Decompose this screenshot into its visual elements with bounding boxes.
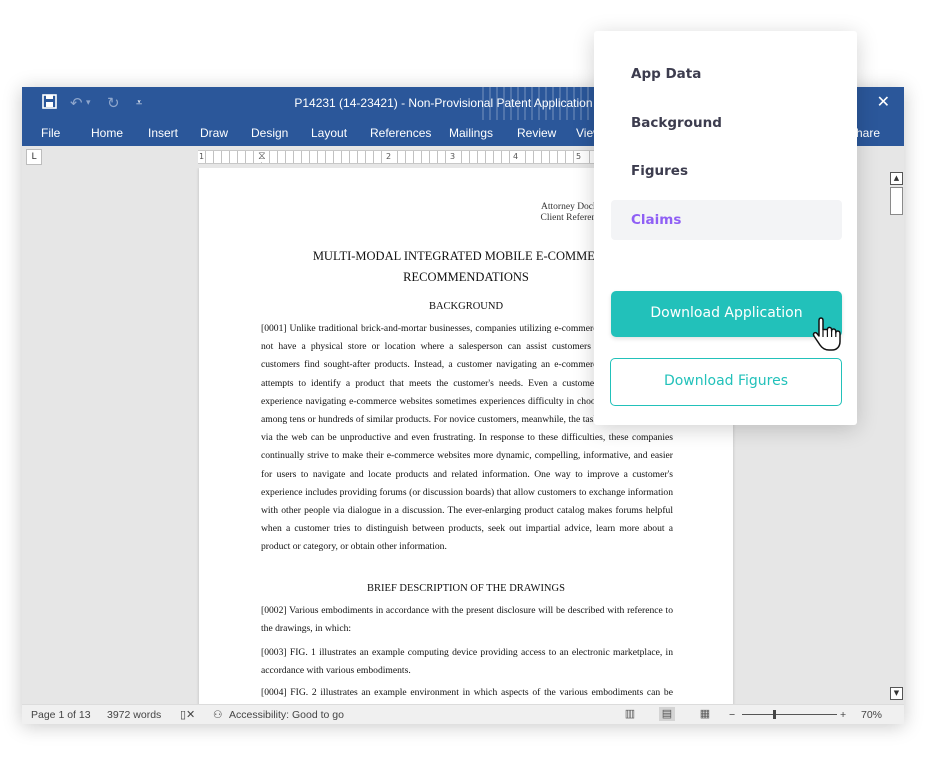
status-bar: Page 1 of 13 3972 words ▯✕ ⚇ Accessibili…	[22, 704, 904, 724]
scroll-thumb[interactable]	[890, 187, 903, 215]
menu-card: App Data Background Figures Claims Downl…	[594, 31, 857, 425]
read-mode-icon[interactable]: ▥	[622, 707, 638, 721]
download-application-button[interactable]: Download Application	[611, 291, 842, 337]
tab-references[interactable]: References	[370, 126, 431, 140]
ruler-number: 3	[449, 151, 457, 163]
zoom-slider-thumb[interactable]	[773, 710, 776, 719]
menu-item-label: App Data	[631, 66, 702, 82]
zoom-slider[interactable]	[742, 714, 837, 715]
print-layout-icon[interactable]: ▤	[659, 707, 675, 721]
tab-selector[interactable]: L	[26, 149, 42, 165]
paragraph-0004: [0004] FIG. 2 illustrates an example env…	[261, 687, 673, 698]
download-figures-label: Download Figures	[663, 373, 789, 389]
word-count[interactable]: 3972 words	[107, 708, 161, 722]
zoom-level[interactable]: 70%	[861, 708, 882, 722]
paragraph-0003: [0003] FIG. 1 illustrates an example com…	[261, 647, 673, 677]
tab-draw[interactable]: Draw	[200, 126, 228, 140]
page-count[interactable]: Page 1 of 13	[31, 708, 91, 722]
menu-item-claims[interactable]: Claims	[611, 200, 842, 240]
menu-item-figures[interactable]: Figures	[611, 151, 842, 191]
tab-insert[interactable]: Insert	[148, 126, 178, 140]
scroll-down-icon[interactable]: ▼	[890, 687, 903, 700]
zoom-in-button[interactable]: +	[840, 708, 846, 722]
menu-item-label: Claims	[631, 212, 682, 228]
menu-item-label: Figures	[631, 163, 688, 179]
ruler-number: 4	[512, 151, 520, 163]
zoom-out-button[interactable]: −	[729, 708, 735, 722]
download-figures-button[interactable]: Download Figures	[610, 358, 842, 406]
tab-file[interactable]: File	[41, 126, 60, 140]
paragraph-0002: [0002] Various embodiments in accordance…	[261, 605, 673, 635]
ruler-number: 5	[575, 151, 583, 163]
close-icon[interactable]: ✕	[877, 92, 890, 111]
tab-layout[interactable]: Layout	[311, 126, 347, 140]
menu-item-label: Background	[631, 115, 722, 131]
drawings-heading: BRIEF DESCRIPTION OF THE DRAWINGS	[367, 583, 565, 594]
indent-marker-icon[interactable]: ⧖	[258, 151, 266, 162]
ruler-number: 2	[385, 151, 393, 163]
accessibility-status[interactable]: Accessibility: Good to go	[229, 708, 344, 722]
menu-item-background[interactable]: Background	[611, 103, 842, 143]
web-layout-icon[interactable]: ▦	[697, 707, 713, 721]
accessibility-icon[interactable]: ⚇	[213, 708, 222, 722]
tab-design[interactable]: Design	[251, 126, 288, 140]
tab-review[interactable]: Review	[517, 126, 556, 140]
vertical-scrollbar[interactable]: ▲ ▼	[888, 168, 904, 704]
download-application-label: Download Application	[650, 305, 803, 321]
ruler-number: 1	[198, 151, 206, 163]
horizontal-ruler[interactable]: ⧖ 1 2 3 4 5	[198, 150, 598, 164]
tab-mailings[interactable]: Mailings	[449, 126, 493, 140]
menu-item-app-data[interactable]: App Data	[611, 54, 842, 94]
proofing-icon[interactable]: ▯✕	[180, 708, 195, 722]
scroll-up-icon[interactable]: ▲	[890, 172, 903, 185]
tab-home[interactable]: Home	[91, 126, 123, 140]
hand-cursor-icon	[812, 317, 841, 351]
